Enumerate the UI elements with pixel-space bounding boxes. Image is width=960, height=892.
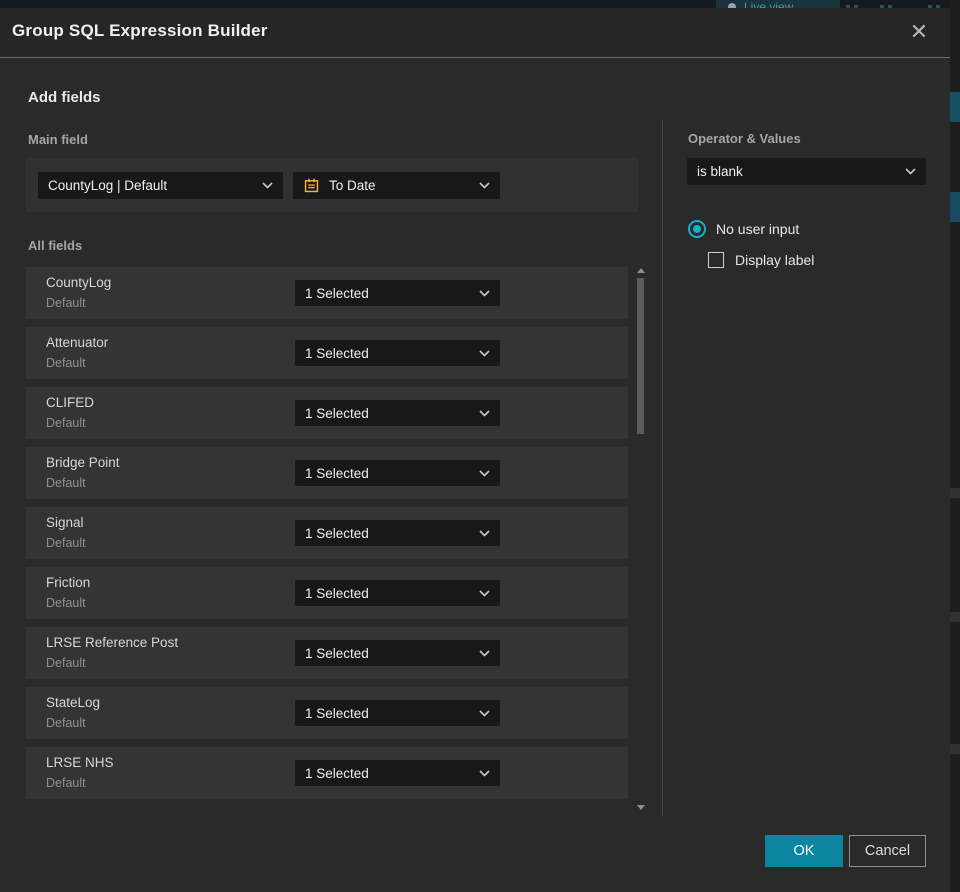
date-field-dropdown[interactable]: To Date bbox=[293, 172, 500, 199]
live-view-button[interactable]: Live view bbox=[716, 0, 840, 8]
chevron-down-icon bbox=[479, 649, 490, 657]
background-fragment bbox=[950, 744, 960, 754]
scroll-up-icon[interactable] bbox=[637, 268, 645, 273]
field-row: CountyLog Default 1 Selected bbox=[26, 267, 628, 319]
no-user-input-label: No user input bbox=[716, 221, 800, 237]
background-app-top-strip: Live view bbox=[0, 0, 960, 8]
field-subtitle: Default bbox=[46, 716, 86, 730]
field-selection-value: 1 Selected bbox=[305, 345, 369, 361]
field-selection-dropdown[interactable]: 1 Selected bbox=[295, 520, 500, 546]
cancel-button[interactable]: Cancel bbox=[849, 835, 926, 867]
field-selection-dropdown[interactable]: 1 Selected bbox=[295, 760, 500, 786]
chevron-down-icon bbox=[905, 168, 916, 175]
field-name: Attenuator bbox=[46, 335, 109, 350]
pause-icon bbox=[880, 0, 896, 8]
field-selection-dropdown[interactable]: 1 Selected bbox=[295, 460, 500, 486]
main-field-dropdown-value: CountyLog | Default bbox=[48, 178, 168, 193]
field-selection-value: 1 Selected bbox=[305, 525, 369, 541]
field-row: Attenuator Default 1 Selected bbox=[26, 327, 628, 379]
operator-dropdown-value: is blank bbox=[697, 164, 743, 179]
chevron-down-icon bbox=[479, 469, 490, 477]
panel-divider bbox=[662, 120, 663, 816]
field-selection-value: 1 Selected bbox=[305, 765, 369, 781]
scrollbar-thumb[interactable] bbox=[637, 278, 644, 434]
field-name: CLIFED bbox=[46, 395, 95, 410]
chevron-down-icon bbox=[479, 409, 490, 417]
field-row: Signal Default 1 Selected bbox=[26, 507, 628, 559]
field-row: StateLog Default 1 Selected bbox=[26, 687, 628, 739]
add-fields-heading: Add fields bbox=[28, 89, 101, 106]
main-field-dropdown[interactable]: CountyLog | Default bbox=[38, 172, 283, 199]
field-selection-dropdown[interactable]: 1 Selected bbox=[295, 580, 500, 606]
field-name: LRSE Reference Post bbox=[46, 635, 179, 650]
scroll-down-icon[interactable] bbox=[637, 805, 645, 810]
field-name: CountyLog bbox=[46, 275, 112, 290]
field-subtitle: Default bbox=[46, 776, 86, 790]
field-subtitle: Default bbox=[46, 416, 86, 430]
field-subtitle: Default bbox=[46, 296, 86, 310]
chevron-down-icon bbox=[262, 182, 273, 189]
list-scrollbar[interactable] bbox=[634, 262, 648, 812]
background-app-right-strip bbox=[950, 0, 960, 892]
main-field-label: Main field bbox=[28, 132, 88, 147]
all-fields-list: CountyLog Default 1 Selected Attenuator … bbox=[26, 267, 628, 807]
all-fields-label: All fields bbox=[28, 238, 83, 253]
chevron-down-icon bbox=[479, 182, 490, 189]
field-subtitle: Default bbox=[46, 656, 86, 670]
field-row: LRSE Reference Post Default 1 Selected bbox=[26, 627, 628, 679]
chevron-down-icon bbox=[479, 529, 490, 537]
main-field-container: CountyLog | Default To Date bbox=[26, 158, 638, 212]
display-label-text: Display label bbox=[735, 252, 815, 268]
field-name: Bridge Point bbox=[46, 455, 120, 470]
field-name: LRSE NHS bbox=[46, 755, 114, 770]
no-user-input-radio[interactable]: No user input bbox=[688, 220, 799, 238]
field-selection-dropdown[interactable]: 1 Selected bbox=[295, 340, 500, 366]
radio-selected-icon bbox=[688, 220, 706, 238]
background-fragment bbox=[950, 488, 960, 498]
field-row: LRSE NHS Default 1 Selected bbox=[26, 747, 628, 799]
field-selection-dropdown[interactable]: 1 Selected bbox=[295, 280, 500, 306]
field-selection-value: 1 Selected bbox=[305, 645, 369, 661]
chevron-down-icon bbox=[479, 589, 490, 597]
dialog-titlebar: Group SQL Expression Builder ✕ bbox=[0, 8, 950, 58]
close-icon[interactable]: ✕ bbox=[906, 19, 932, 45]
background-fragment bbox=[950, 612, 960, 622]
field-name: StateLog bbox=[46, 695, 101, 710]
chevron-down-icon bbox=[479, 769, 490, 777]
field-subtitle: Default bbox=[46, 536, 86, 550]
chevron-down-icon bbox=[479, 709, 490, 717]
field-subtitle: Default bbox=[46, 476, 86, 490]
field-selection-dropdown[interactable]: 1 Selected bbox=[295, 400, 500, 426]
background-fragment bbox=[950, 192, 960, 222]
display-label-checkbox[interactable]: Display label bbox=[708, 252, 814, 268]
background-fragment bbox=[950, 92, 960, 122]
field-selection-value: 1 Selected bbox=[305, 405, 369, 421]
field-selection-value: 1 Selected bbox=[305, 465, 369, 481]
dialog-title: Group SQL Expression Builder bbox=[12, 21, 268, 40]
operator-values-label: Operator & Values bbox=[688, 131, 801, 146]
field-name: Friction bbox=[46, 575, 91, 590]
chevron-down-icon bbox=[479, 289, 490, 297]
field-selection-dropdown[interactable]: 1 Selected bbox=[295, 640, 500, 666]
field-name: Signal bbox=[46, 515, 84, 530]
live-view-label: Live view bbox=[744, 0, 794, 8]
field-selection-value: 1 Selected bbox=[305, 585, 369, 601]
field-row: Bridge Point Default 1 Selected bbox=[26, 447, 628, 499]
field-selection-dropdown[interactable]: 1 Selected bbox=[295, 700, 500, 726]
operator-dropdown[interactable]: is blank bbox=[687, 158, 926, 185]
date-field-dropdown-value: To Date bbox=[329, 178, 376, 193]
field-row: Friction Default 1 Selected bbox=[26, 567, 628, 619]
chevron-down-icon bbox=[479, 349, 490, 357]
calendar-icon bbox=[303, 177, 320, 194]
field-selection-value: 1 Selected bbox=[305, 705, 369, 721]
field-subtitle: Default bbox=[46, 596, 86, 610]
checkbox-unchecked-icon bbox=[708, 252, 724, 268]
pause-icon bbox=[846, 0, 862, 8]
field-subtitle: Default bbox=[46, 356, 86, 370]
ok-button[interactable]: OK bbox=[765, 835, 843, 867]
pause-icon bbox=[928, 0, 944, 8]
field-selection-value: 1 Selected bbox=[305, 285, 369, 301]
group-sql-expression-builder-dialog: Group SQL Expression Builder ✕ Add field… bbox=[0, 8, 950, 892]
field-row: CLIFED Default 1 Selected bbox=[26, 387, 628, 439]
